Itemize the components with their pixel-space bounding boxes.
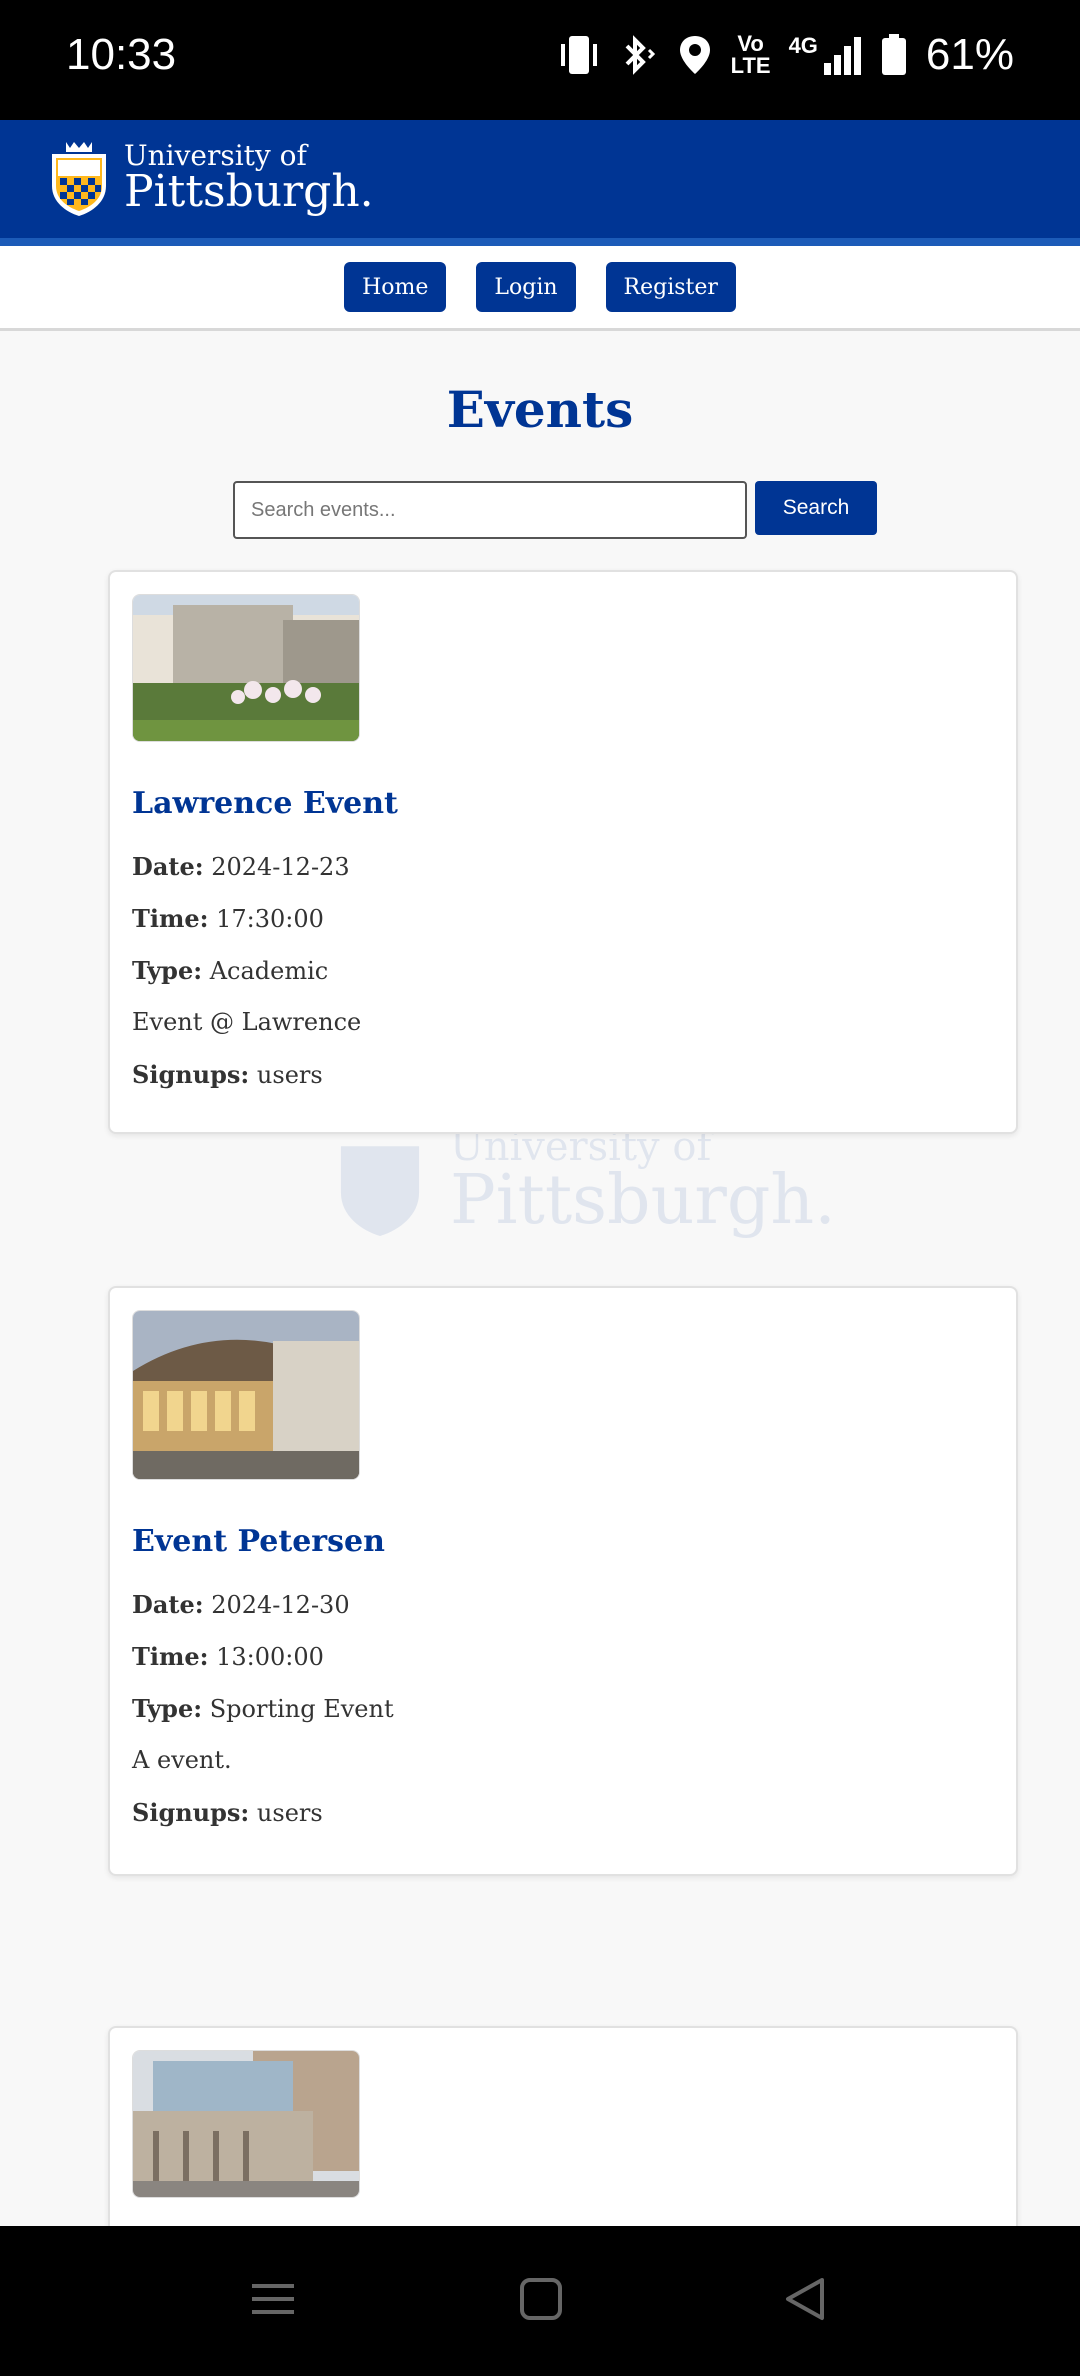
event-type: Type: Academic [132,956,329,985]
event-image [132,594,360,742]
location-icon [679,36,710,74]
event-description: Event @ Lawrence [132,1008,362,1036]
page-title: Events [446,380,634,439]
search-bar: Search [233,481,877,539]
nav-login-button[interactable]: Login [476,262,576,312]
event-image [132,2050,360,2198]
network-label: 4G [788,33,818,58]
status-icons: Vo LTE 4G 61% [557,30,1014,80]
bluetooth-icon [625,35,655,75]
shield-watermark-icon [340,1146,420,1236]
search-input[interactable] [233,481,747,539]
battery-percent: 61% [925,30,1014,79]
watermark-line2: Pittsburgh. [450,1161,836,1240]
event-time: Time: 17:30:00 [132,904,324,933]
event-title[interactable]: Event Petersen [132,1524,385,1559]
logo-text: University of Pittsburgh. [124,142,374,214]
event-card: Event Petersen Date: 2024-12-30 Time: 13… [108,1286,1018,1876]
logo-line2: Pittsburgh. [124,166,374,217]
site-header: University of Pittsburgh. [0,120,1080,246]
building-photo-icon [133,595,359,741]
system-nav-bar [0,2226,1080,2376]
nav-home-button[interactable]: Home [344,262,447,312]
home-square-icon[interactable] [518,2276,564,2322]
event-description: A event. [132,1746,232,1774]
building-photo-icon [133,2051,359,2197]
building-photo-icon [133,1311,359,1479]
event-signups: Signups: users [132,1798,323,1827]
event-date: Date: 2024-12-30 [132,1590,350,1619]
search-button[interactable]: Search [755,481,877,535]
nav-register-button[interactable]: Register [605,262,736,312]
event-time: Time: 13:00:00 [132,1642,324,1671]
network-type: 4G [789,35,862,75]
event-date: Date: 2024-12-23 [132,852,350,881]
status-time: 10:33 [66,30,177,79]
university-logo[interactable]: University of Pittsburgh. [48,140,374,216]
signal-icon [823,37,861,75]
status-bar: 10:33 Vo LTE 4G 61% [0,0,1080,120]
battery-icon [881,34,906,75]
volte-label: Vo LTE [730,31,771,78]
back-triangle-icon[interactable] [782,2276,828,2322]
menu-icon[interactable] [250,2276,296,2322]
main-nav: Home Login Register [0,246,1080,331]
vibrate-icon [560,36,597,74]
event-card: Lawrence Event Date: 2024-12-23 Time: 17… [108,570,1018,1134]
event-type: Type: Sporting Event [132,1694,394,1723]
shield-logo-icon [52,142,106,216]
event-image [132,1310,360,1480]
event-signups: Signups: users [132,1060,323,1089]
university-watermark: University of Pittsburgh. [330,1126,836,1236]
event-title[interactable]: Lawrence Event [132,786,398,821]
